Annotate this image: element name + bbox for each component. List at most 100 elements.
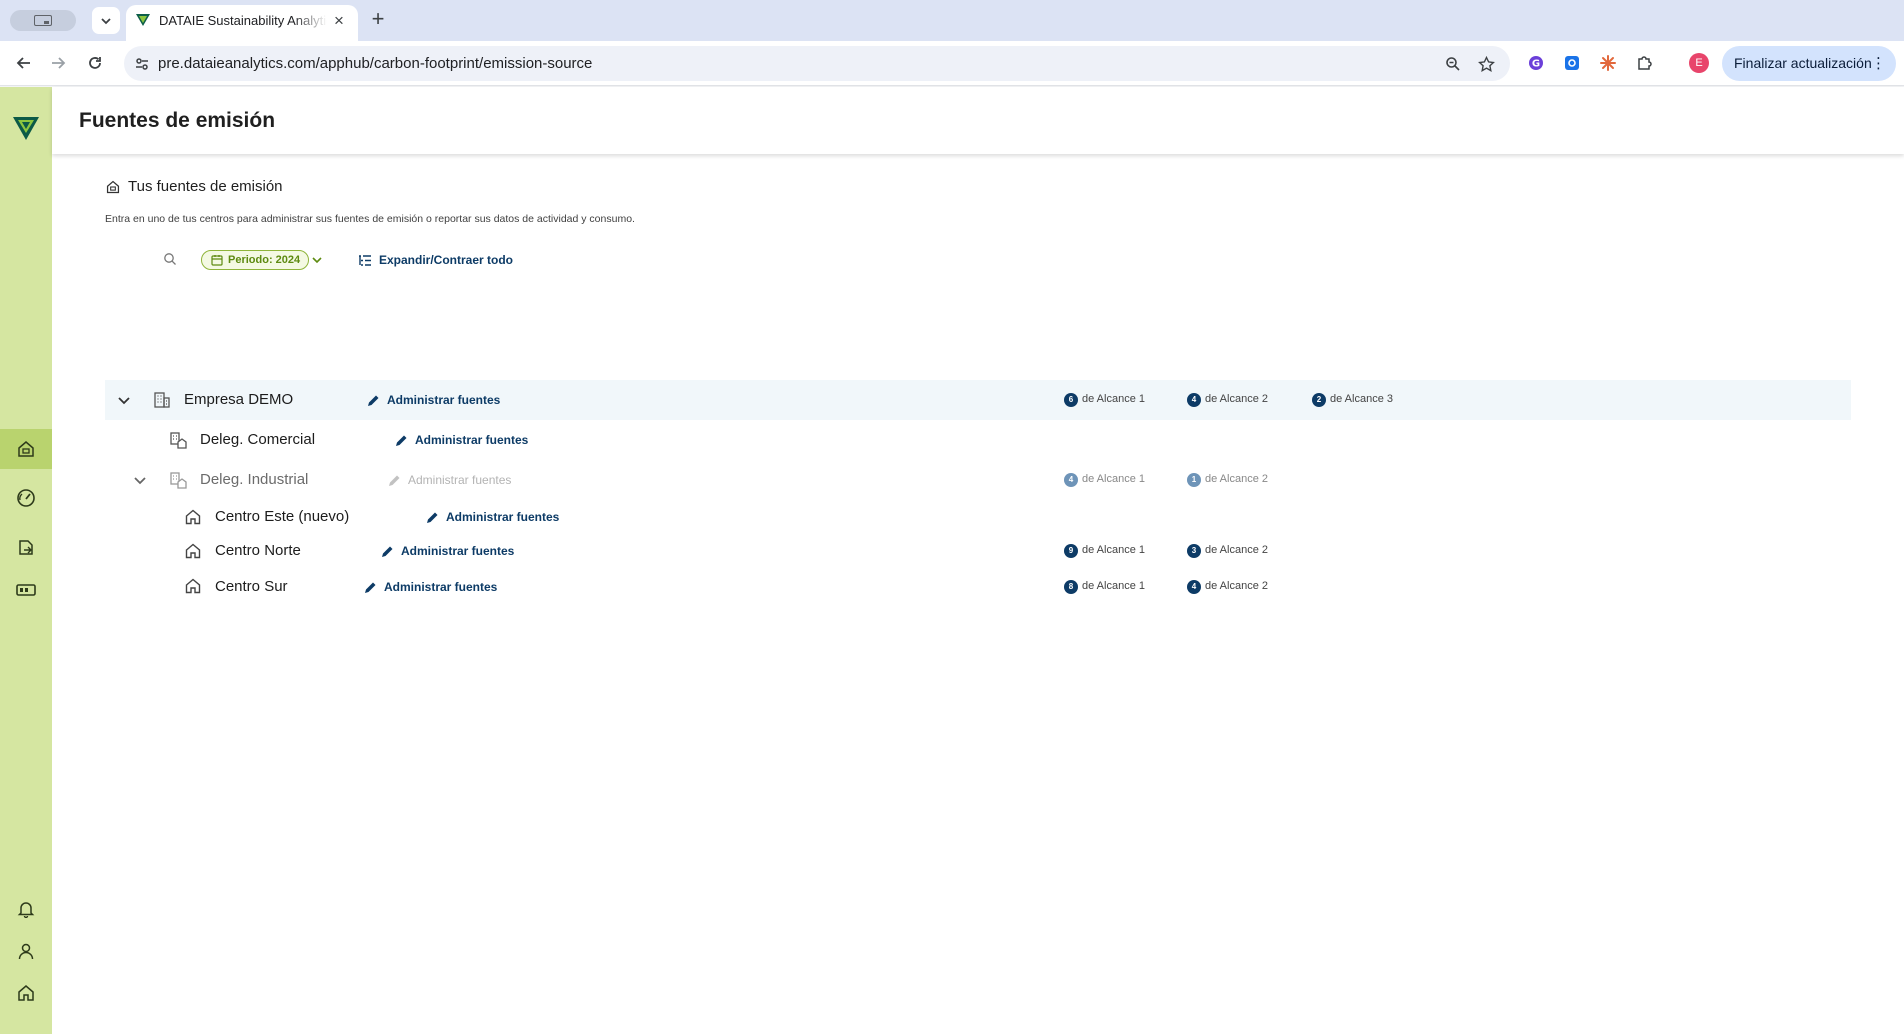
grammarly-extension-icon[interactable]: G	[1527, 54, 1545, 72]
tree-node-label[interactable]: Deleg. Industrial	[200, 471, 308, 488]
back-button[interactable]	[12, 51, 36, 75]
manage-sources-label: Administrar fuentes	[446, 510, 560, 524]
period-label: Periodo: 2024	[228, 254, 301, 266]
sidebar-item-reports[interactable]	[0, 527, 52, 567]
pencil-icon	[368, 395, 379, 406]
scope-label: de Alcance 3	[1330, 393, 1393, 405]
sidebar-item-dashboard[interactable]	[0, 478, 52, 518]
scope-count: 2	[1312, 393, 1326, 407]
url-text[interactable]: pre.dataieanalytics.com/apphub/carbon-fo…	[158, 55, 592, 72]
user-icon	[18, 943, 34, 960]
scope-badge: 4 de Alcance 2	[1187, 580, 1268, 594]
browser-tab[interactable]: DATAIE Sustainability Analytics ×	[126, 5, 358, 41]
sidebar-item-home[interactable]	[0, 973, 52, 1013]
tree-node-label[interactable]: Centro Sur	[215, 578, 288, 595]
scope-label: de Alcance 2	[1205, 544, 1268, 556]
search-icon[interactable]	[163, 252, 177, 271]
new-tab-button[interactable]: +	[366, 8, 390, 32]
sidebar-item-data[interactable]	[0, 570, 52, 610]
scope-label: de Alcance 2	[1205, 473, 1268, 485]
reload-icon	[89, 57, 101, 69]
reload-button[interactable]	[83, 51, 107, 75]
period-filter-chip[interactable]: Periodo: 2024	[201, 250, 310, 270]
extensions-puzzle-icon[interactable]	[1635, 54, 1653, 72]
browser-toolbar: pre.dataieanalytics.com/apphub/carbon-fo…	[0, 41, 1904, 86]
more-options-icon[interactable]: ⋮	[1871, 46, 1886, 81]
bookmark-star-icon[interactable]	[1477, 55, 1495, 73]
browser-tabstrip: DATAIE Sustainability Analytics × +	[0, 0, 1904, 41]
finish-update-button[interactable]: Finalizar actualización ⋮	[1722, 46, 1896, 81]
tree-row-centro-sur[interactable]: Centro Sur Administrar fuentes 8 de Alcan…	[105, 569, 1851, 604]
list-tree-icon	[359, 255, 371, 266]
scope-count: 4	[1187, 580, 1201, 594]
scope-label: de Alcance 1	[1082, 473, 1145, 485]
scope-badge: 1 de Alcance 2	[1187, 473, 1268, 487]
tree-node-label[interactable]: Empresa DEMO	[184, 391, 293, 408]
tree-row-comercial[interactable]: Deleg. Comercial Administrar fuentes	[105, 420, 1851, 460]
manage-sources-label: Administrar fuentes	[384, 580, 498, 594]
filter-bar: Periodo: 2024 Expandir/Contraer todo	[105, 247, 605, 273]
manage-sources-link[interactable]: Administrar fuentes	[367, 393, 500, 407]
scope-badge: 6 de Alcance 1	[1064, 393, 1145, 407]
manage-sources-label: Administrar fuentes	[387, 393, 501, 407]
chevron-down-icon[interactable]	[133, 473, 147, 492]
forward-button[interactable]	[46, 51, 70, 75]
scope-label: de Alcance 1	[1082, 393, 1145, 405]
dataie-logo-icon[interactable]	[12, 114, 40, 142]
company-building-icon	[153, 391, 171, 414]
main-content: Fuentes de emisión Tus fuentes de emisió…	[52, 87, 1904, 1034]
finish-update-label: Finalizar actualización	[1734, 55, 1872, 71]
tab-search-button[interactable]	[92, 7, 120, 34]
arrow-left-icon	[16, 57, 30, 69]
section-title: Tus fuentes de emisión	[106, 178, 283, 195]
zoom-icon[interactable]	[1444, 55, 1462, 73]
sidebar-item-profile[interactable]	[0, 931, 52, 971]
pencil-icon	[382, 546, 393, 557]
tree-row-centro-norte[interactable]: Centro Norte Administrar fuentes 9 de Alc…	[105, 534, 1851, 569]
site-settings-icon[interactable]	[132, 54, 152, 74]
tree-row-industrial[interactable]: Deleg. Industrial Administrar fuentes 4d…	[105, 460, 1851, 500]
section-title-text: Tus fuentes de emisión	[128, 178, 283, 195]
chevron-down-icon[interactable]	[311, 253, 323, 271]
home-icon	[18, 985, 34, 1001]
tree-node-label[interactable]: Centro Este (nuevo)	[215, 508, 349, 525]
sidebar-item-emission-sources[interactable]	[0, 429, 52, 469]
scope-badge: 2 de Alcance 3	[1312, 393, 1393, 407]
scope-label: de Alcance 2	[1205, 393, 1268, 405]
svg-text:G: G	[1532, 59, 1540, 70]
tree-node-label[interactable]: Deleg. Comercial	[200, 431, 315, 448]
home-icon	[185, 578, 201, 599]
battery-icon	[16, 584, 36, 596]
manage-sources-link[interactable]: Administrar fuentes	[364, 580, 497, 594]
address-bar[interactable]: pre.dataieanalytics.com/apphub/carbon-fo…	[124, 46, 1510, 81]
scope-badge: 9 de Alcance 1	[1064, 544, 1145, 558]
tree-row-empresa[interactable]: Empresa DEMO Administrar fuentes 6 de Alc…	[105, 380, 1851, 420]
tree-node-label[interactable]: Centro Norte	[215, 542, 301, 559]
profile-avatar[interactable]: E	[1689, 53, 1709, 73]
tree-row-centro-este[interactable]: Centro Este (nuevo) Administrar fuentes	[105, 500, 1851, 534]
scope-count: 8	[1064, 580, 1078, 594]
app-sidebar	[0, 87, 52, 1034]
expand-collapse-all-button[interactable]: Expandir/Contraer todo	[358, 250, 513, 270]
tab-groups-button[interactable]	[10, 10, 76, 31]
scope-count: 6	[1064, 393, 1078, 407]
manage-sources-link: Administrar fuentes	[388, 473, 511, 487]
chevron-down-icon[interactable]	[117, 393, 131, 412]
gauge-icon	[17, 489, 35, 507]
manage-sources-link[interactable]: Administrar fuentes	[395, 433, 528, 447]
asterisk-extension-icon[interactable]	[1599, 54, 1617, 72]
pencil-icon	[427, 512, 438, 523]
scope-count: 1	[1187, 473, 1201, 487]
home-building-icon	[106, 180, 120, 193]
scope-count: 9	[1064, 544, 1078, 558]
home-icon	[185, 543, 201, 564]
manage-sources-label: Administrar fuentes	[401, 544, 515, 558]
close-tab-icon[interactable]: ×	[330, 12, 348, 30]
scope-label: de Alcance 1	[1082, 580, 1145, 592]
pencil-icon	[389, 475, 400, 486]
manage-sources-link[interactable]: Administrar fuentes	[426, 510, 559, 524]
dataie-logo-icon	[136, 14, 150, 26]
gear-extension-icon[interactable]	[1563, 54, 1581, 72]
sidebar-item-notifications[interactable]	[0, 889, 52, 929]
manage-sources-link[interactable]: Administrar fuentes	[381, 544, 514, 558]
